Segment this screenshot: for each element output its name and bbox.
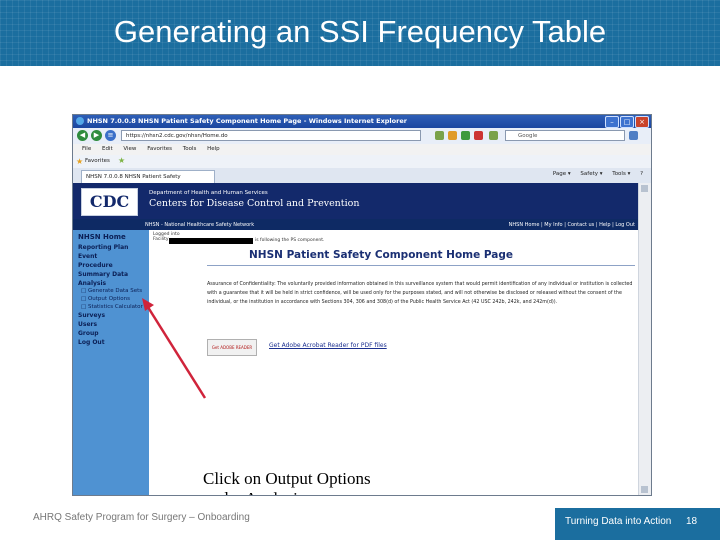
slide-title: Generating an SSI Frequency Table (113, 14, 607, 49)
page-number: 18 (686, 516, 698, 527)
footer-section: Turning Data into Action (565, 516, 672, 527)
footer-program: AHRQ Safety Program for Surgery – Onboar… (33, 512, 250, 523)
browser-window: NHSN 7.0.0.8 NHSN Patient Safety Compone… (72, 114, 652, 496)
arrow-line (144, 303, 207, 399)
annotation-arrow (142, 298, 207, 399)
slide-header: Generating an SSI Frequency Table (0, 0, 720, 66)
